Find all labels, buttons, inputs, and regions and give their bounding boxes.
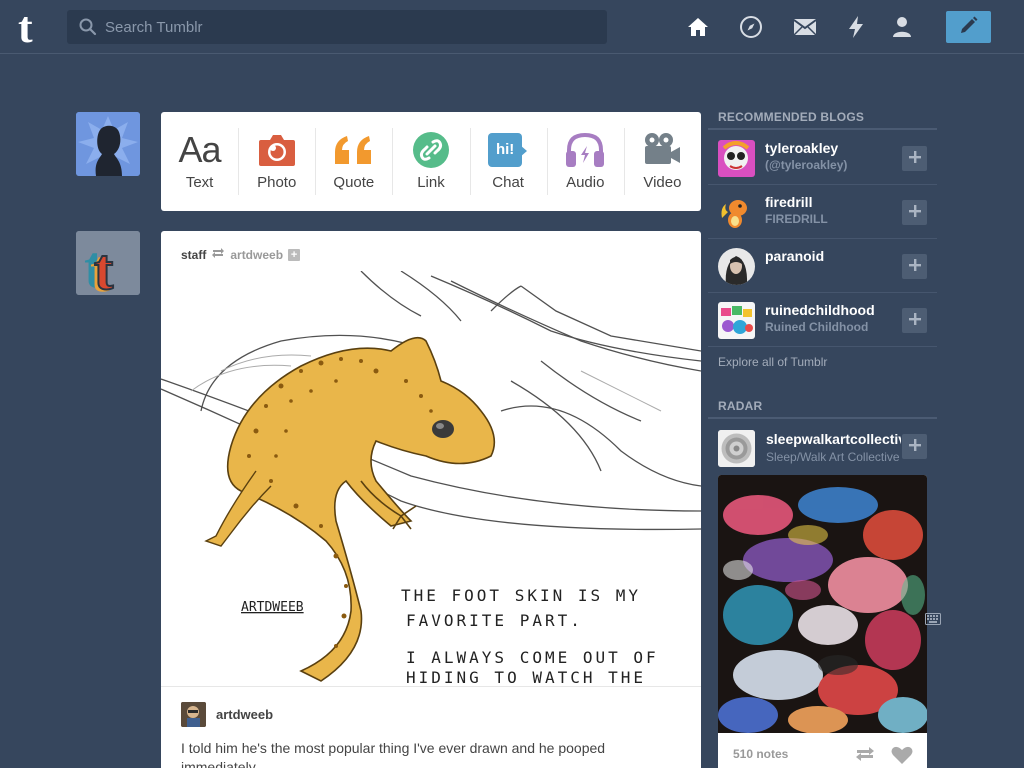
user-avatar[interactable] xyxy=(76,112,140,176)
search-icon xyxy=(79,18,97,41)
reblogger-name-link[interactable]: artdweeb xyxy=(216,707,273,722)
home-icon[interactable] xyxy=(686,15,710,39)
post-source-link[interactable]: artdweeb xyxy=(230,248,283,262)
post-type-video[interactable]: Video xyxy=(623,112,701,211)
blog-name[interactable]: tyleroakley xyxy=(765,140,838,156)
plus-icon xyxy=(908,258,921,276)
radar-post-image[interactable] xyxy=(718,475,927,734)
follow-button[interactable] xyxy=(902,146,927,171)
quote-icon xyxy=(333,130,375,170)
pencil-icon xyxy=(959,15,979,40)
post-type-label: Text xyxy=(185,174,214,191)
post-type-label: Link xyxy=(417,174,445,191)
post-header: staff artdweeb + xyxy=(181,247,301,262)
plus-icon xyxy=(908,150,921,168)
blog-title: (@tyleroakley) xyxy=(765,158,848,172)
post-type-label: Chat xyxy=(492,174,524,191)
post-type-label: Video xyxy=(643,174,682,191)
staff-avatar[interactable]: t t t xyxy=(76,231,140,295)
compose-button[interactable] xyxy=(946,11,991,43)
reblog-trail-header: artdweeb xyxy=(181,702,273,727)
post-type-label: Photo xyxy=(257,174,297,191)
post-image-gecko-drawing[interactable]: THE FOOT SKIN IS MY FAVORITE PART. I ALW… xyxy=(161,270,701,687)
heart-icon[interactable] xyxy=(891,745,913,768)
blog-avatar[interactable] xyxy=(718,302,755,339)
reblogger-avatar[interactable] xyxy=(181,702,206,727)
post-type-label: Audio xyxy=(566,174,605,191)
blog-name[interactable]: firedrill xyxy=(765,194,812,210)
person-icon[interactable] xyxy=(890,15,914,39)
art-text-line: THE FOOT SKIN IS MY xyxy=(401,586,641,605)
art-text-line: HIDING TO WATCH THE xyxy=(406,668,646,686)
reblog-icon[interactable] xyxy=(854,745,876,768)
svg-text:t: t xyxy=(94,237,114,295)
video-camera-icon xyxy=(642,130,682,170)
post-type-chat[interactable]: hi! Chat xyxy=(469,112,547,211)
lightning-icon[interactable] xyxy=(844,15,868,39)
post-divider xyxy=(161,686,701,687)
blog-name[interactable]: sleepwalkartcollective xyxy=(766,431,901,447)
art-text-line: FAVORITE PART. xyxy=(406,611,583,630)
plus-icon xyxy=(908,312,921,330)
radar-blog-row[interactable]: sleepwalkartcollective Sleep/Walk Art Co… xyxy=(708,424,937,474)
blog-title: Sleep/Walk Art Collective xyxy=(766,450,900,464)
post-type-label: Quote xyxy=(333,174,375,191)
post-type-quote[interactable]: Quote xyxy=(315,112,392,211)
follow-button[interactable] xyxy=(902,200,927,225)
blog-avatar[interactable] xyxy=(718,248,755,285)
post-type-text[interactable]: Aa Text xyxy=(161,112,238,211)
follow-button[interactable] xyxy=(902,308,927,333)
recommended-blogs-heading: RECOMMENDED BLOGS xyxy=(718,110,865,124)
recommended-blog-row[interactable]: tyleroakley (@tyleroakley) xyxy=(708,131,937,185)
plus-icon xyxy=(908,438,921,456)
post-type-bar: Aa Text Photo Quote Link hi! Chat Audio … xyxy=(161,112,701,211)
recommended-blog-row[interactable]: paranoid xyxy=(708,239,937,293)
tumblr-logo-icon[interactable]: t xyxy=(16,3,52,52)
section-divider xyxy=(708,128,937,130)
section-divider xyxy=(708,417,937,419)
post-author-link[interactable]: staff xyxy=(181,248,206,262)
art-signature: ARTDWEEB xyxy=(241,600,304,615)
post-caption: I told him he's the most popular thing I… xyxy=(181,740,606,768)
chat-bubble-icon: hi! xyxy=(488,130,528,170)
post-type-audio[interactable]: Audio xyxy=(546,112,624,211)
text-post-icon: Aa xyxy=(178,129,222,170)
post-type-link[interactable]: Link xyxy=(392,112,469,211)
search-input[interactable] xyxy=(105,10,595,44)
notes-count[interactable]: 510 notes xyxy=(733,747,788,761)
blog-name[interactable]: paranoid xyxy=(765,248,824,264)
blog-avatar[interactable] xyxy=(718,430,755,467)
recommended-blog-row[interactable]: ruinedchildhood Ruined Childhood xyxy=(708,293,937,347)
follow-source-button[interactable]: + xyxy=(288,248,301,261)
search-box[interactable] xyxy=(67,10,607,44)
radar-heading: RADAR xyxy=(718,399,763,413)
plus-icon xyxy=(908,204,921,222)
blog-avatar[interactable] xyxy=(718,140,755,177)
reblog-icon xyxy=(211,247,225,262)
blog-avatar[interactable] xyxy=(718,194,755,231)
follow-button[interactable] xyxy=(902,254,927,279)
dashboard-post: staff artdweeb + THE FOOT SKIN IS MY FAV… xyxy=(161,231,701,768)
blog-title: FIREDRILL xyxy=(765,212,828,226)
link-icon xyxy=(412,130,450,170)
recommended-blog-row[interactable]: firedrill FIREDRILL xyxy=(708,185,937,239)
art-text-line: I ALWAYS COME OUT OF xyxy=(406,648,659,667)
follow-button[interactable] xyxy=(902,434,927,459)
top-navigation-bar: t xyxy=(0,0,1024,54)
camera-icon xyxy=(258,130,296,170)
radar-post-card: 510 notes xyxy=(718,475,927,768)
post-type-photo[interactable]: Photo xyxy=(238,112,315,211)
blog-name[interactable]: ruinedchildhood xyxy=(765,302,875,318)
headphones-icon xyxy=(565,130,605,170)
mail-icon[interactable] xyxy=(793,15,817,39)
keyboard-shortcuts-icon[interactable] xyxy=(925,612,941,630)
blog-title: Ruined Childhood xyxy=(765,320,869,334)
compass-icon[interactable] xyxy=(739,15,763,39)
svg-text:t: t xyxy=(18,6,33,48)
explore-all-link[interactable]: Explore all of Tumblr xyxy=(718,355,827,369)
